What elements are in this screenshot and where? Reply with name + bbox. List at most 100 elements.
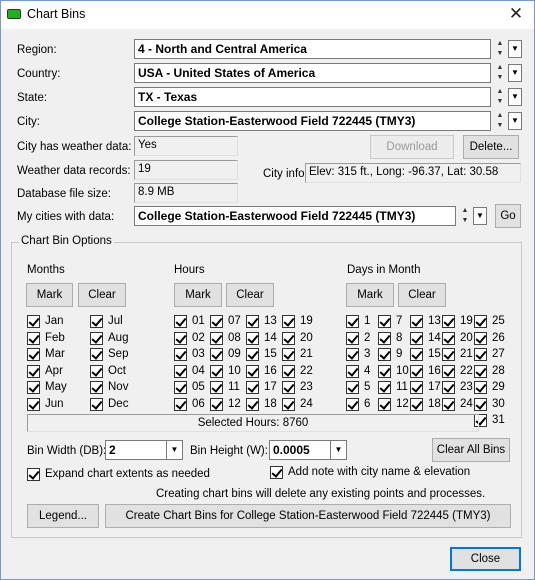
bin-width-select[interactable]: 2 ▼ xyxy=(105,440,183,460)
checkbox-checked-icon[interactable] xyxy=(90,331,103,345)
create-chart-bins-button[interactable]: Create Chart Bins for College Station-Ea… xyxy=(105,504,511,528)
spin-down-icon[interactable]: ▼ xyxy=(493,73,507,83)
checkbox-checked-icon[interactable] xyxy=(90,381,103,394)
checkbox-checked-icon[interactable] xyxy=(27,381,40,394)
hours-clear-button[interactable]: Clear xyxy=(226,283,274,307)
close-icon[interactable]: ✕ xyxy=(506,4,526,24)
checkbox-checked-icon[interactable] xyxy=(270,466,283,479)
checkbox-checked-icon[interactable] xyxy=(378,348,391,361)
checkbox-checked-icon[interactable] xyxy=(210,315,223,328)
country-spinner[interactable]: ▲ ▼ xyxy=(493,63,507,83)
checkbox-checked-icon[interactable] xyxy=(442,331,455,345)
state-select[interactable]: TX - Texas xyxy=(134,87,491,107)
checkbox-checked-icon[interactable] xyxy=(27,315,40,328)
checkbox-checked-icon[interactable] xyxy=(210,364,223,378)
days-mark-button[interactable]: Mark xyxy=(346,283,394,307)
state-dropdown-icon[interactable]: ▼ xyxy=(508,88,522,106)
checkbox-checked-icon[interactable] xyxy=(378,331,391,345)
spin-up-icon[interactable]: ▲ xyxy=(493,39,507,49)
checkbox-checked-icon[interactable] xyxy=(282,397,295,411)
spin-down-icon[interactable]: ▼ xyxy=(493,49,507,59)
checkbox-checked-icon[interactable] xyxy=(474,381,487,394)
spin-down-icon[interactable]: ▼ xyxy=(458,216,472,226)
clear-all-bins-button[interactable]: Clear All Bins xyxy=(432,438,510,462)
checkbox-checked-icon[interactable] xyxy=(346,348,359,361)
checkbox-checked-icon[interactable] xyxy=(282,381,295,394)
region-dropdown-icon[interactable]: ▼ xyxy=(508,40,522,58)
spin-down-icon[interactable]: ▼ xyxy=(493,121,507,131)
checkbox-checked-icon[interactable] xyxy=(90,364,103,378)
legend-button[interactable]: Legend... xyxy=(27,504,99,528)
checkbox-checked-icon[interactable] xyxy=(474,397,487,411)
checkbox-checked-icon[interactable] xyxy=(246,381,259,394)
checkbox-checked-icon[interactable] xyxy=(210,397,223,411)
checkbox-checked-icon[interactable] xyxy=(90,315,103,328)
checkbox-checked-icon[interactable] xyxy=(174,364,187,378)
checkbox-checked-icon[interactable] xyxy=(174,397,187,411)
close-button[interactable]: Close xyxy=(450,547,521,571)
checkbox-checked-icon[interactable] xyxy=(346,331,359,345)
checkbox-checked-icon[interactable] xyxy=(442,381,455,394)
checkbox-checked-icon[interactable] xyxy=(27,364,40,378)
bin-height-select[interactable]: 0.0005 ▼ xyxy=(269,440,347,460)
city-spinner[interactable]: ▲ ▼ xyxy=(493,111,507,131)
checkbox-checked-icon[interactable] xyxy=(474,364,487,378)
checkbox-checked-icon[interactable] xyxy=(410,381,423,394)
checkbox-checked-icon[interactable] xyxy=(474,331,487,345)
chevron-down-icon[interactable]: ▼ xyxy=(330,441,346,459)
checkbox-checked-icon[interactable] xyxy=(410,397,423,411)
checkbox-checked-icon[interactable] xyxy=(246,364,259,378)
checkbox-checked-icon[interactable] xyxy=(174,381,187,394)
checkbox-checked-icon[interactable] xyxy=(27,468,40,481)
checkbox-checked-icon[interactable] xyxy=(378,381,391,394)
checkbox-checked-icon[interactable] xyxy=(410,315,423,328)
checkbox-checked-icon[interactable] xyxy=(246,315,259,328)
checkbox-checked-icon[interactable] xyxy=(410,348,423,361)
my-cities-dropdown-icon[interactable]: ▼ xyxy=(473,207,487,225)
download-button[interactable]: Download xyxy=(370,135,454,159)
delete-button[interactable]: Delete... xyxy=(463,135,519,159)
months-mark-button[interactable]: Mark xyxy=(26,283,73,307)
chevron-down-icon[interactable]: ▼ xyxy=(166,441,182,459)
checkbox-checked-icon[interactable] xyxy=(442,397,455,411)
checkbox-checked-icon[interactable] xyxy=(410,331,423,345)
months-clear-button[interactable]: Clear xyxy=(78,283,126,307)
spin-up-icon[interactable]: ▲ xyxy=(493,87,507,97)
checkbox-checked-icon[interactable] xyxy=(474,348,487,361)
spin-up-icon[interactable]: ▲ xyxy=(493,63,507,73)
days-clear-button[interactable]: Clear xyxy=(398,283,446,307)
checkbox-checked-icon[interactable] xyxy=(442,364,455,378)
checkbox-checked-icon[interactable] xyxy=(378,315,391,328)
checkbox-checked-icon[interactable] xyxy=(442,348,455,361)
checkbox-checked-icon[interactable] xyxy=(346,364,359,378)
checkbox-checked-icon[interactable] xyxy=(410,364,423,378)
checkbox-checked-icon[interactable] xyxy=(174,315,187,328)
my-cities-select[interactable]: College Station-Easterwood Field 722445 … xyxy=(134,206,456,226)
checkbox-checked-icon[interactable] xyxy=(378,397,391,411)
checkbox-checked-icon[interactable] xyxy=(90,397,103,411)
checkbox-checked-icon[interactable] xyxy=(27,331,40,345)
checkbox-checked-icon[interactable] xyxy=(282,331,295,345)
checkbox-checked-icon[interactable] xyxy=(346,397,359,411)
checkbox-checked-icon[interactable] xyxy=(346,381,359,394)
checkbox-checked-icon[interactable] xyxy=(282,315,295,328)
spin-up-icon[interactable]: ▲ xyxy=(493,111,507,121)
checkbox-checked-icon[interactable] xyxy=(210,331,223,345)
checkbox-checked-icon[interactable] xyxy=(378,364,391,378)
spin-down-icon[interactable]: ▼ xyxy=(493,97,507,107)
go-button[interactable]: Go xyxy=(495,204,521,228)
checkbox-checked-icon[interactable] xyxy=(210,348,223,361)
state-spinner[interactable]: ▲ ▼ xyxy=(493,87,507,107)
checkbox-checked-icon[interactable] xyxy=(474,315,487,328)
country-dropdown-icon[interactable]: ▼ xyxy=(508,64,522,82)
country-select[interactable]: USA - United States of America xyxy=(134,63,491,83)
checkbox-checked-icon[interactable] xyxy=(282,364,295,378)
checkbox-checked-icon[interactable] xyxy=(210,381,223,394)
checkbox-checked-icon[interactable] xyxy=(282,348,295,361)
checkbox-checked-icon[interactable] xyxy=(246,331,259,345)
checkbox-checked-icon[interactable] xyxy=(246,348,259,361)
checkbox-checked-icon[interactable] xyxy=(90,348,103,361)
checkbox-checked-icon[interactable] xyxy=(442,315,455,328)
spin-up-icon[interactable]: ▲ xyxy=(458,206,472,216)
hours-mark-button[interactable]: Mark xyxy=(174,283,222,307)
